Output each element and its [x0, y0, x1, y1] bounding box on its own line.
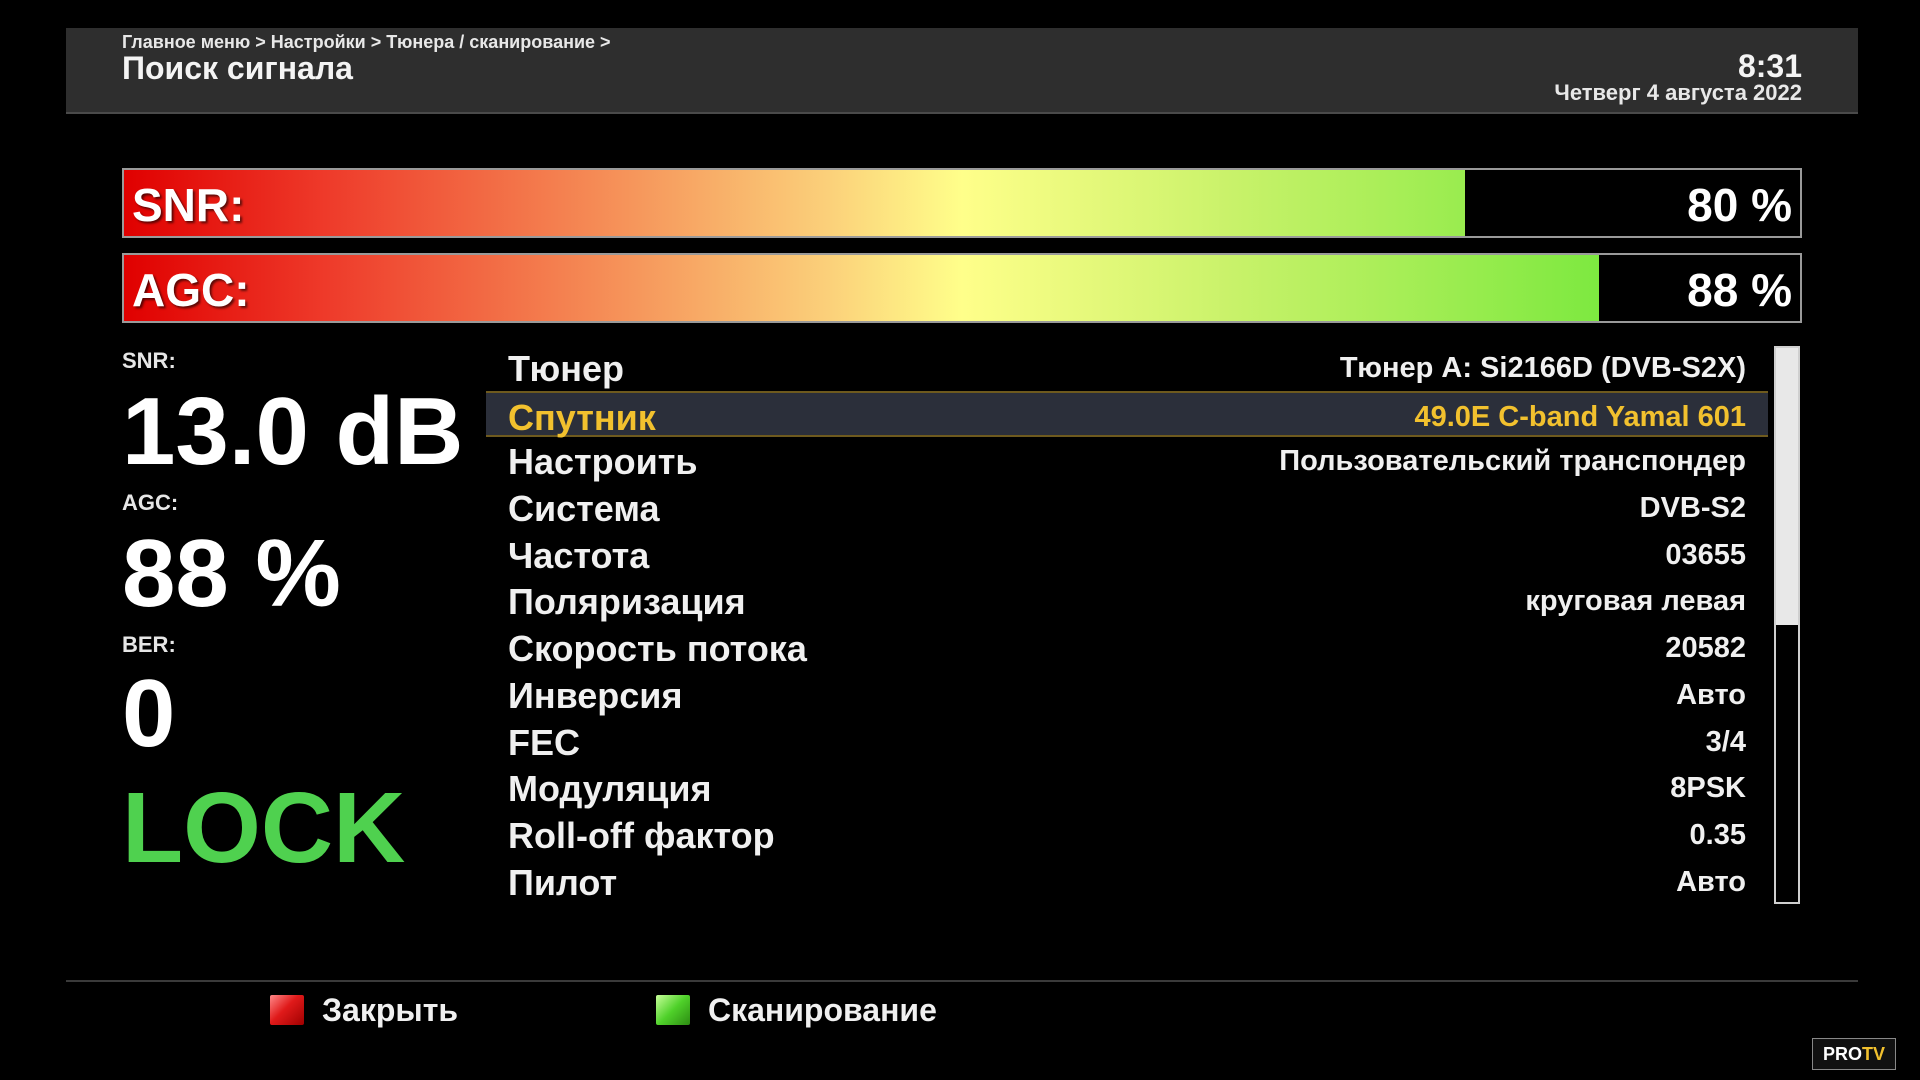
parameter-value: круговая левая [1525, 585, 1746, 618]
parameter-label: Настроить [508, 441, 698, 483]
parameter-row[interactable]: Пилот Авто [486, 858, 1768, 905]
ber-readout-value: 0 [122, 660, 176, 767]
parameter-value: DVB-S2 [1639, 492, 1746, 525]
parameter-value: Пользовательский транспондер [1279, 445, 1746, 478]
date: Четверг 4 августа 2022 [1554, 80, 1802, 105]
parameter-value: 49.0E C-band Yamal 601 [1414, 400, 1746, 433]
scrollbar[interactable] [1774, 346, 1800, 904]
scan-button-label: Сканирование [708, 991, 937, 1028]
agc-meter-value: 88 % [1687, 264, 1792, 316]
snr-meter-value: 80 % [1687, 179, 1792, 231]
scrollbar-thumb[interactable] [1776, 348, 1798, 625]
parameter-label: Инверсия [508, 674, 683, 716]
agc-meter-label: AGC: [132, 264, 250, 316]
parameter-value: Тюнер A: Si2166D (DVB-S2X) [1339, 352, 1746, 384]
parameter-row[interactable]: Roll-off фактор 0.35 [486, 811, 1768, 858]
parameter-value: Авто [1676, 865, 1746, 898]
logo-text-main: PRO [1822, 1043, 1862, 1064]
parameter-label: FEC [508, 721, 580, 763]
page-title: Поиск сигнала [122, 50, 353, 86]
parameter-row[interactable]: FEC 3/4 [486, 718, 1768, 765]
parameter-row[interactable]: Тюнер Тюнер A: Si2166D (DVB-S2X) [486, 344, 1768, 391]
parameter-value: 8PSK [1670, 772, 1746, 805]
agc-meter: AGC: 88 % [122, 253, 1802, 323]
parameter-row[interactable]: Частота 03655 [486, 531, 1768, 578]
parameter-list: Тюнер Тюнер A: Si2166D (DVB-S2X) Спутник 49… [486, 344, 1768, 904]
parameter-row[interactable]: Настроить Пользовательский транспондер [486, 437, 1768, 484]
parameter-value: 3/4 [1705, 725, 1746, 758]
parameter-label: Поляризация [508, 581, 746, 623]
scan-button[interactable]: Сканирование [656, 990, 937, 1030]
agc-meter-fill [124, 255, 1599, 321]
parameter-label: Спутник [508, 396, 656, 438]
snr-readout-value: 13.0 dB [122, 378, 464, 485]
footer-divider [66, 980, 1858, 982]
agc-readout-value: 88 % [122, 520, 341, 627]
parameter-row[interactable]: Система DVB-S2 [486, 484, 1768, 531]
parameter-label: Пилот [508, 861, 618, 903]
parameter-value: 0.35 [1689, 818, 1746, 851]
snr-meter-label: SNR: [132, 179, 245, 231]
parameter-label: Модуляция [508, 768, 712, 810]
parameter-row[interactable]: Скорость потока 20582 [486, 624, 1768, 671]
snr-meter: SNR: 80 % [122, 168, 1802, 238]
lock-status: LOCK [122, 772, 406, 884]
header-bar: Главное меню > Настройки > Тюнера / скан… [66, 28, 1858, 114]
parameter-label: Тюнер [508, 348, 625, 389]
logo-text-accent: TV [1862, 1043, 1886, 1064]
snr-meter-fill [124, 170, 1465, 236]
parameter-value: 20582 [1665, 632, 1746, 665]
parameter-label: Roll-off фактор [508, 814, 775, 856]
parameter-value: Авто [1676, 678, 1746, 711]
parameter-row[interactable]: Модуляция 8PSK [486, 764, 1768, 811]
close-button-label: Закрыть [322, 991, 459, 1028]
agc-readout-label: AGC: [122, 490, 179, 515]
ber-readout-label: BER: [122, 632, 176, 657]
green-key-icon [656, 995, 690, 1025]
parameter-label: Скорость потока [508, 628, 807, 670]
close-button[interactable]: Закрыть [270, 990, 458, 1030]
red-key-icon [270, 995, 304, 1025]
parameter-row[interactable]: Инверсия Авто [486, 671, 1768, 718]
parameter-row[interactable]: Поляризация круговая левая [486, 577, 1768, 624]
signal-search-screen: Главное меню > Настройки > Тюнера / скан… [0, 0, 1920, 1080]
parameter-row[interactable]: Спутник 49.0E C-band Yamal 601 [486, 390, 1768, 438]
parameter-label: Система [508, 488, 660, 530]
parameter-value: 03655 [1665, 538, 1746, 571]
parameter-label: Частота [508, 534, 650, 576]
channel-logo: PRO TV [1812, 1038, 1896, 1070]
snr-readout-label: SNR: [122, 348, 176, 373]
